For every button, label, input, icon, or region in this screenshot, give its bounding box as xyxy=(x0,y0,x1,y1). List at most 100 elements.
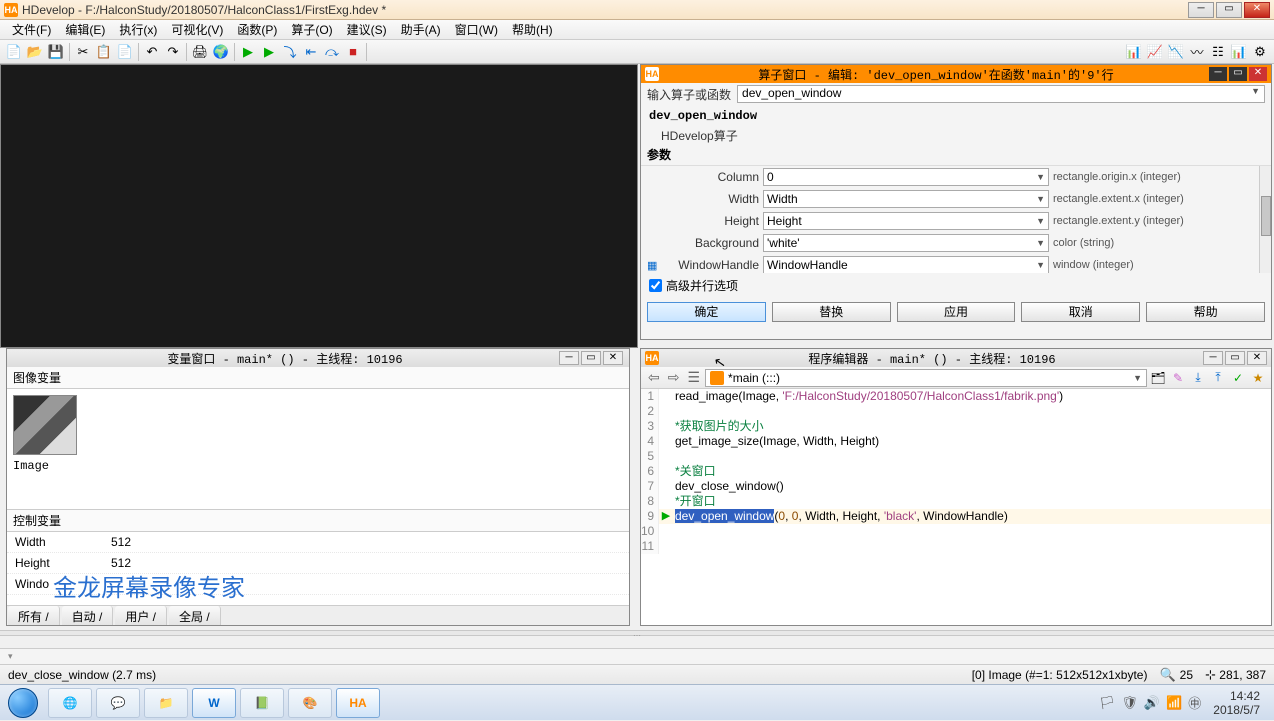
tb-redo-icon[interactable]: ↷ xyxy=(163,42,183,62)
var-minimize-button[interactable]: ─ xyxy=(559,351,579,365)
clock[interactable]: 14:42 2018/5/7 xyxy=(1207,689,1266,717)
dropdown-icon[interactable]: ▼ xyxy=(1133,373,1142,383)
tb-open-icon[interactable]: 📂 xyxy=(25,42,45,62)
menu-help[interactable]: 帮助(H) xyxy=(506,19,559,40)
tool-icon[interactable]: ★ xyxy=(1249,369,1267,387)
cancel-button[interactable]: 取消 xyxy=(1021,302,1140,322)
expand-handle-icon[interactable]: ▾ xyxy=(8,651,13,662)
tray-shield-icon[interactable]: 🛡 xyxy=(1121,695,1138,711)
replace-button[interactable]: 替换 xyxy=(772,302,891,322)
nav-forward-icon[interactable]: ⇨ xyxy=(665,369,683,386)
param-value-input[interactable]: 0▼ xyxy=(763,168,1049,186)
param-value-input[interactable]: WindowHandle▼ xyxy=(763,256,1049,273)
advanced-checkbox[interactable] xyxy=(649,279,662,292)
tb-step-over-icon[interactable]: ⤼ xyxy=(322,42,342,62)
code-line[interactable]: 7dev_close_window() xyxy=(641,479,1271,494)
tab-auto[interactable]: 自动 / xyxy=(62,606,114,625)
program-editor-title-bar[interactable]: HA 程序编辑器 - main* () - 主线程: 10196 ─ ▭ ✕ xyxy=(641,349,1271,367)
ok-button[interactable]: 确定 xyxy=(647,302,766,322)
graphics-window[interactable] xyxy=(0,64,638,348)
param-value-input[interactable]: Height▼ xyxy=(763,212,1049,230)
function-selector[interactable]: *main (:::) ▼ xyxy=(705,369,1147,387)
prog-maximize-button[interactable]: ▭ xyxy=(1225,351,1245,365)
tool-icon[interactable]: 🗂 xyxy=(1149,369,1167,387)
code-line[interactable]: 3*获取图片的大小 xyxy=(641,419,1271,434)
tb-chart1-icon[interactable]: 📊 xyxy=(1124,42,1144,62)
image-thumbnail[interactable] xyxy=(13,395,77,455)
tb-copy-icon[interactable]: 📋 xyxy=(94,42,114,62)
tool-icon[interactable]: ⤓ xyxy=(1189,369,1207,387)
task-hdevelop[interactable]: HA xyxy=(336,688,380,718)
nav-list-icon[interactable]: ☰ xyxy=(684,369,703,386)
prog-minimize-button[interactable]: ─ xyxy=(1203,351,1223,365)
dialog-close-button[interactable]: ✕ xyxy=(1249,67,1267,81)
tb-run-icon[interactable]: ▶ xyxy=(238,42,258,62)
tool-icon[interactable]: ✓ xyxy=(1229,369,1247,387)
tab-global[interactable]: 全局 / xyxy=(169,606,221,625)
start-button[interactable] xyxy=(0,685,46,721)
tb-wizard-icon[interactable]: 🌍 xyxy=(211,42,231,62)
menu-file[interactable]: 文件(F) xyxy=(6,19,57,40)
var-close-button[interactable]: ✕ xyxy=(603,351,623,365)
zoom-icon[interactable]: 🔍 xyxy=(1159,667,1175,683)
menu-assistant[interactable]: 助手(A) xyxy=(395,19,447,40)
tab-all[interactable]: 所有 / xyxy=(8,606,60,625)
code-line[interactable]: 5 xyxy=(641,449,1271,464)
param-value-input[interactable]: Width▼ xyxy=(763,190,1049,208)
tray-network-icon[interactable]: 📶 xyxy=(1166,695,1182,711)
tray-ime-icon[interactable]: ㊥ xyxy=(1188,693,1201,712)
menu-execute[interactable]: 执行(x) xyxy=(113,19,163,40)
tb-run-step-icon[interactable]: ▶ xyxy=(259,42,279,62)
nav-back-icon[interactable]: ⇦ xyxy=(645,369,663,386)
task-paint[interactable]: 🎨 xyxy=(288,688,332,718)
tb-step-back-icon[interactable]: ⇤ xyxy=(301,42,321,62)
dropdown-icon[interactable]: ▼ xyxy=(1036,238,1045,248)
scrollbar-thumb[interactable] xyxy=(1261,196,1271,236)
tray-flag-icon[interactable]: 🏳 xyxy=(1099,695,1116,711)
code-line[interactable]: 1read_image(Image, 'F:/HalconStudy/20180… xyxy=(641,389,1271,404)
menu-window[interactable]: 窗口(W) xyxy=(449,19,504,40)
maximize-button[interactable]: ▭ xyxy=(1216,2,1242,18)
tb-new-icon[interactable]: 📄 xyxy=(4,42,24,62)
tb-print-icon[interactable]: 🖨 xyxy=(190,42,210,62)
var-maximize-button[interactable]: ▭ xyxy=(581,351,601,365)
menu-suggest[interactable]: 建议(S) xyxy=(341,19,393,40)
menu-visualize[interactable]: 可视化(V) xyxy=(165,19,229,40)
code-line[interactable]: 6*关窗口 xyxy=(641,464,1271,479)
tb-chart3-icon[interactable]: 📉 xyxy=(1166,42,1186,62)
tb-paste-icon[interactable]: 📄 xyxy=(115,42,135,62)
splitter[interactable]: ⋯ xyxy=(0,630,1274,636)
help-button[interactable]: 帮助 xyxy=(1146,302,1265,322)
dropdown-icon[interactable]: ▼ xyxy=(1036,260,1045,270)
tb-cut-icon[interactable]: ✂ xyxy=(73,42,93,62)
close-button[interactable]: ✕ xyxy=(1244,2,1270,18)
tb-save-icon[interactable]: 💾 xyxy=(46,42,66,62)
task-app[interactable]: 💬 xyxy=(96,688,140,718)
menu-function[interactable]: 函数(P) xyxy=(231,19,283,40)
tool-icon[interactable]: ✎ xyxy=(1169,369,1187,387)
code-line[interactable]: 9▶dev_open_window(0, 0, Width, Height, '… xyxy=(641,509,1271,524)
tab-user[interactable]: 用户 / xyxy=(115,606,167,625)
tb-chart7-icon[interactable]: ⚙ xyxy=(1250,42,1270,62)
dropdown-icon[interactable]: ▼ xyxy=(1036,216,1045,226)
code-line[interactable]: 11 xyxy=(641,539,1271,554)
param-value-input[interactable]: 'white'▼ xyxy=(763,234,1049,252)
dropdown-icon[interactable]: ▼ xyxy=(1036,194,1045,204)
tray-audio-icon[interactable]: 🔊 xyxy=(1144,695,1160,711)
tool-icon[interactable]: ⤒ xyxy=(1209,369,1227,387)
tb-chart6-icon[interactable]: 📊 xyxy=(1229,42,1249,62)
operator-dialog-title-bar[interactable]: HA 算子窗口 - 编辑: 'dev_open_window'在函数'main'… xyxy=(641,65,1271,83)
code-line[interactable]: 8*开窗口 xyxy=(641,494,1271,509)
minimize-button[interactable]: ─ xyxy=(1188,2,1214,18)
dropdown-icon[interactable]: ▼ xyxy=(1251,86,1260,96)
scrollbar[interactable] xyxy=(1259,166,1271,273)
dropdown-icon[interactable]: ▼ xyxy=(1036,172,1045,182)
code-line[interactable]: 10 xyxy=(641,524,1271,539)
tb-step-into-icon[interactable]: ⤵ xyxy=(280,42,300,62)
tb-chart5-icon[interactable]: ☷ xyxy=(1208,42,1228,62)
variables-title-bar[interactable]: 变量窗口 - main* () - 主线程: 10196 ─ ▭ ✕ xyxy=(7,349,629,367)
tb-undo-icon[interactable]: ↶ xyxy=(142,42,162,62)
tb-stop-icon[interactable]: ■ xyxy=(343,42,363,62)
ctrl-var-row[interactable]: Width512 xyxy=(7,532,629,553)
task-wps[interactable]: W xyxy=(192,688,236,718)
